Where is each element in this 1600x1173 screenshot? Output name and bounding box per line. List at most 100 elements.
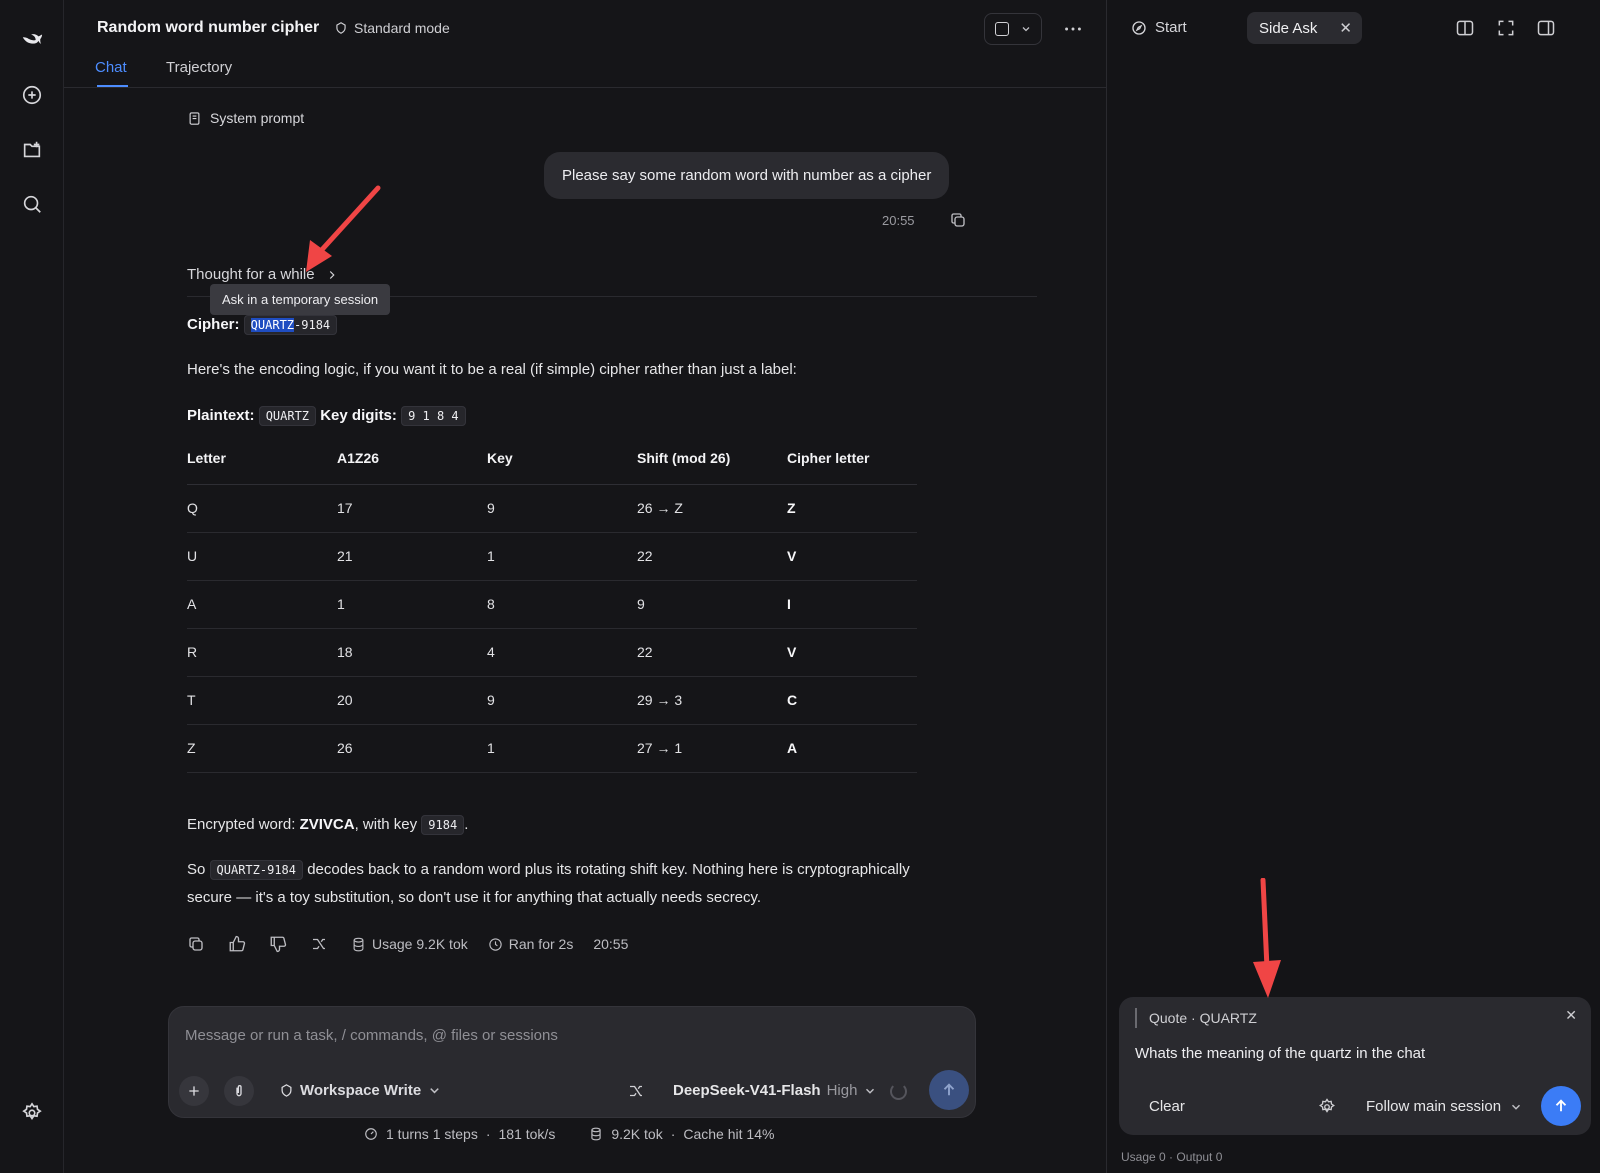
whale-logo-icon[interactable] — [17, 25, 47, 55]
system-prompt-label: System prompt — [210, 110, 305, 126]
quartz-selection[interactable]: QUARTZ — [250, 318, 295, 332]
annotation-arrow — [1253, 878, 1281, 998]
table-cell: 27 → 1 — [637, 724, 787, 773]
closing-paragraph: So QUARTZ-9184 decodes back to a random … — [187, 856, 987, 911]
message-input[interactable]: Message or run a task, / commands, @ fil… — [185, 1027, 558, 1044]
table-cell: Z — [787, 484, 917, 533]
table-header: Cipher letter — [787, 432, 917, 485]
encrypted-line: Encrypted word: ZVIVCA, with key 9184. — [187, 811, 468, 839]
branch-icon[interactable] — [310, 935, 328, 953]
key-label: Key digits: — [320, 407, 397, 424]
table-cell: V — [787, 532, 917, 581]
turns-text: 1 turns 1 steps — [386, 1126, 478, 1142]
usage-text: Usage 9.2K tok — [372, 936, 468, 952]
settings-gear-icon[interactable] — [17, 1098, 47, 1128]
close-icon[interactable]: ✕ — [1565, 1007, 1577, 1024]
table-row: U 21 1 22 V — [187, 532, 917, 581]
mode-indicator[interactable]: Standard mode — [334, 20, 450, 36]
start-tab[interactable]: Start — [1131, 19, 1187, 36]
copy-icon[interactable] — [187, 935, 205, 953]
main-chat-pane: Random word number cipher Standard mode … — [64, 0, 1106, 1173]
model-level: High — [826, 1082, 858, 1099]
table-cell: 8 — [487, 580, 637, 629]
table-cell: T — [187, 676, 337, 725]
cipher-label: Cipher: — [187, 316, 240, 333]
annotation-arrow — [306, 185, 381, 272]
new-chat-icon[interactable] — [17, 80, 47, 110]
encrypted-key: 9184 — [421, 815, 465, 835]
closing-code: QUARTZ-9184 — [209, 860, 304, 880]
fullscreen-icon[interactable] — [1496, 18, 1516, 38]
table-cell: Q — [187, 484, 337, 533]
table-cell: V — [787, 628, 917, 677]
more-options-icon[interactable] — [1062, 18, 1084, 40]
cache-text: Cache hit 14% — [683, 1126, 775, 1142]
workspace-permission-select[interactable]: Workspace Write — [279, 1082, 442, 1099]
copy-icon[interactable] — [949, 211, 967, 229]
arrow-up-icon — [1555, 1099, 1567, 1112]
table-header: Key — [487, 432, 637, 485]
table-cell: 22 — [637, 532, 787, 581]
follow-session-select[interactable]: Follow main session — [1366, 1098, 1523, 1115]
start-label: Start — [1155, 19, 1187, 36]
split-view-icon[interactable] — [1455, 18, 1475, 38]
table-cell: 9 — [487, 484, 637, 533]
table-cell: 22 — [637, 628, 787, 677]
table-cell: A — [787, 724, 917, 773]
key-code: 9 1 8 4 — [401, 406, 466, 426]
paperclip-icon — [236, 1085, 242, 1097]
encrypted-prefix: Encrypted word: — [187, 816, 296, 833]
cipher-table: Letter A1Z26 Key Shift (mod 26) Cipher l… — [187, 432, 917, 773]
thumbs-down-icon[interactable] — [269, 935, 287, 953]
user-message-bubble: Please say some random word with number … — [544, 152, 950, 199]
side-send-button[interactable] — [1541, 1086, 1581, 1126]
table-cell: U — [187, 532, 337, 581]
table-cell: R — [187, 628, 337, 677]
tab-trajectory[interactable]: Trajectory — [166, 59, 232, 76]
new-project-icon[interactable] — [17, 135, 47, 165]
table-cell: 4 — [487, 628, 637, 677]
token-text: 9.2K tok — [611, 1126, 663, 1142]
clear-button[interactable]: Clear — [1149, 1098, 1185, 1115]
document-icon — [189, 111, 200, 125]
separator: · — [670, 1126, 676, 1142]
table-cell: 9 — [637, 580, 787, 629]
encrypted-suffix: . — [464, 816, 469, 833]
stop-split-button[interactable] — [984, 13, 1042, 45]
compass-icon — [1132, 20, 1146, 35]
follow-label: Follow main session — [1366, 1098, 1502, 1115]
system-prompt-toggle[interactable]: System prompt — [187, 110, 304, 126]
cipher-line: Cipher: QUARTZ-9184 — [187, 311, 338, 339]
database-icon — [353, 937, 364, 951]
message-composer: Message or run a task, / commands, @ fil… — [168, 1006, 976, 1118]
tab-chat[interactable]: Chat — [95, 59, 127, 76]
branch-icon[interactable] — [627, 1082, 645, 1100]
toggle-panel-icon[interactable] — [1536, 18, 1556, 38]
active-tab-indicator — [97, 85, 128, 87]
table-cell: 1 — [337, 580, 487, 629]
table-header: Letter — [187, 432, 337, 485]
chevron-down-icon — [1022, 27, 1030, 32]
side-question-input[interactable]: Whats the meaning of the quartz in the c… — [1135, 1045, 1425, 1062]
side-ask-composer: Quote · QUARTZ ✕ Whats the meaning of th… — [1119, 997, 1591, 1135]
close-icon[interactable]: ✕ — [1339, 19, 1352, 37]
closing-line-1: decodes back to a random word plus its r… — [307, 861, 910, 878]
model-select[interactable]: DeepSeek-V41-Flash High — [673, 1082, 877, 1099]
table-row: Q 17 9 26 → ZZ — [187, 484, 917, 533]
left-rail — [0, 0, 64, 1173]
gear-icon[interactable] — [1318, 1098, 1336, 1116]
encrypted-word: ZVIVCA — [299, 816, 355, 833]
add-attachment-button[interactable] — [179, 1076, 209, 1106]
side-ask-tab[interactable]: Side Ask ✕ — [1247, 12, 1362, 44]
plus-icon — [189, 1086, 199, 1096]
ran-for-meta: Ran for 2s — [488, 936, 573, 952]
thumbs-up-icon[interactable] — [228, 935, 246, 953]
clock-icon — [489, 937, 502, 951]
paperclip-button[interactable] — [224, 1076, 254, 1106]
table-cell: 21 — [337, 532, 487, 581]
send-button[interactable] — [929, 1070, 969, 1110]
cipher-digits: -9184 — [294, 318, 331, 332]
shield-icon — [281, 1084, 292, 1097]
table-cell: Z — [187, 724, 337, 773]
search-icon[interactable] — [17, 189, 47, 219]
